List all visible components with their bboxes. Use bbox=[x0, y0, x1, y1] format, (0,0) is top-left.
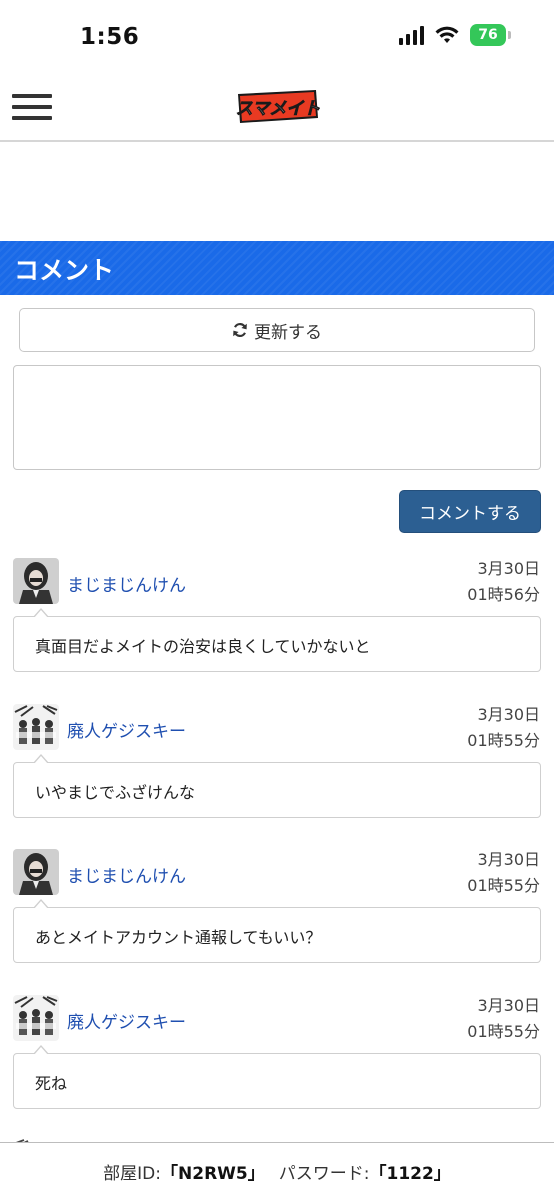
section-title: コメント bbox=[14, 257, 115, 285]
password-label: パスワード: bbox=[278, 1164, 370, 1184]
comment-timestamp: 3月30日 01時55分 bbox=[467, 702, 540, 754]
comment-time: 01時55分 bbox=[467, 1022, 540, 1041]
status-icons: 76 bbox=[399, 24, 511, 46]
user-avatar[interactable] bbox=[13, 995, 59, 1041]
comment-textarea[interactable] bbox=[13, 365, 541, 470]
refresh-label: 更新する bbox=[254, 322, 322, 343]
cellular-signal-icon bbox=[399, 25, 424, 45]
comment-date: 3月30日 bbox=[477, 559, 540, 578]
status-time: 1:56 bbox=[80, 24, 140, 50]
user-name-link[interactable]: 廃人ゲジスキー bbox=[67, 717, 186, 742]
menu-icon[interactable] bbox=[12, 94, 52, 120]
comment-bubble: いやまじでふざけんな bbox=[13, 754, 541, 818]
svg-text:スマメイト: スマメイト bbox=[236, 99, 320, 119]
user-name-link[interactable]: 廃人ゲジスキー bbox=[67, 1008, 186, 1033]
user-name-link[interactable]: まじまじんけん bbox=[67, 862, 186, 887]
user-avatar[interactable] bbox=[13, 704, 59, 750]
comment-timestamp: 3月30日 01時55分 bbox=[467, 847, 540, 899]
comment-date: 3月30日 bbox=[477, 705, 540, 724]
refresh-icon bbox=[233, 323, 247, 337]
comment-bubble: 真面目だよメイトの治安は良くしていかないと bbox=[13, 608, 541, 672]
comment-section-header: コメント bbox=[0, 241, 554, 295]
comment-date: 3月30日 bbox=[477, 996, 540, 1015]
battery-icon: 76 bbox=[470, 24, 511, 46]
refresh-button[interactable]: 更新する bbox=[19, 308, 535, 352]
comment-timestamp: 3月30日 01時55分 bbox=[467, 993, 540, 1045]
battery-level: 76 bbox=[478, 27, 498, 43]
room-id-label: 部屋ID: bbox=[103, 1164, 162, 1184]
app-header: スマメイト bbox=[0, 70, 554, 142]
wifi-icon bbox=[435, 26, 459, 43]
user-avatar[interactable] bbox=[13, 558, 59, 604]
comment-bubble: 死ね bbox=[13, 1045, 541, 1109]
comment-timestamp: 3月30日 01時56分 bbox=[467, 556, 540, 608]
password-value: 「1122」 bbox=[369, 1164, 451, 1184]
room-info-footer: 部屋ID: 「N2RW5」 パスワード: 「1122」 bbox=[0, 1142, 554, 1200]
comment-time: 01時55分 bbox=[467, 876, 540, 895]
user-avatar[interactable] bbox=[13, 849, 59, 895]
status-bar: 1:56 76 bbox=[0, 0, 554, 70]
room-id-value: 「N2RW5」 bbox=[161, 1164, 265, 1184]
comment-time: 01時55分 bbox=[467, 731, 540, 750]
comment-bubble: あとメイトアカウント通報してもいい？ bbox=[13, 899, 541, 963]
site-logo[interactable]: スマメイト bbox=[236, 88, 320, 126]
comment-time: 01時56分 bbox=[467, 585, 540, 604]
submit-comment-button[interactable]: コメントする bbox=[399, 490, 541, 533]
user-name-link[interactable]: まじまじんけん bbox=[67, 571, 186, 596]
comment-date: 3月30日 bbox=[477, 850, 540, 869]
